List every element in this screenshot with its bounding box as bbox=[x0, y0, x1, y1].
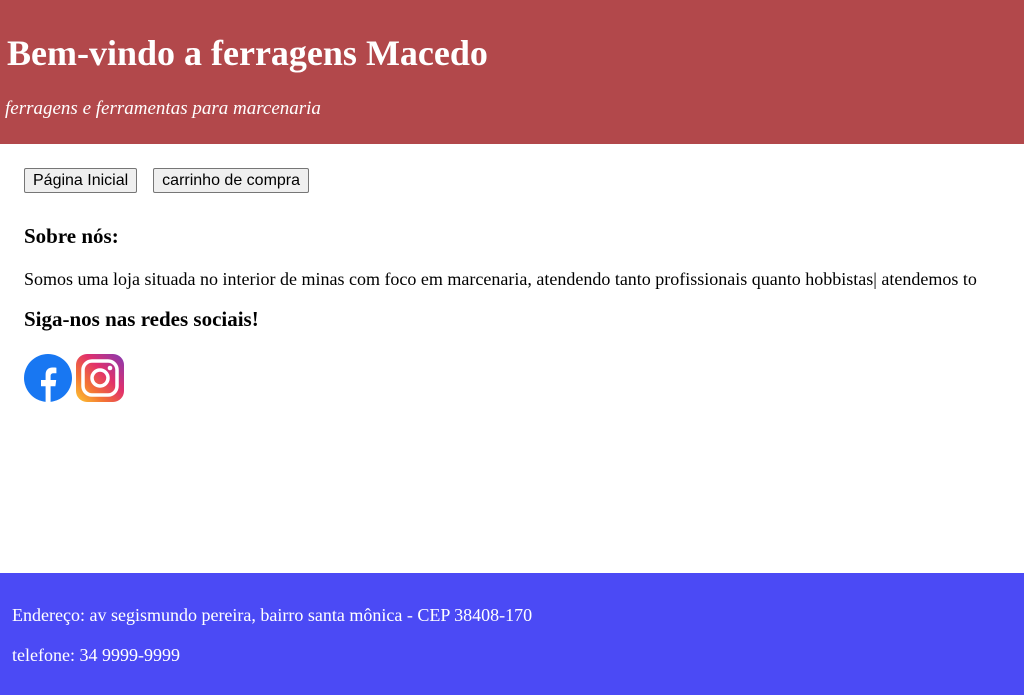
home-button[interactable]: Página Inicial bbox=[24, 168, 138, 193]
social-links bbox=[24, 354, 1024, 402]
page-header: Bem-vindo a ferragens Macedo ferragens e… bbox=[0, 0, 1024, 144]
social-heading: Siga-nos nas redes sociais! bbox=[24, 307, 259, 331]
page-footer: Endereço: av segismundo pereira, bairro … bbox=[0, 573, 1024, 695]
facebook-link[interactable] bbox=[24, 354, 72, 402]
footer-address: Endereço: av segismundo pereira, bairro … bbox=[12, 605, 533, 625]
footer-phone: telefone: 34 9999-9999 bbox=[12, 645, 180, 665]
about-text: Somos uma loja situada no interior de mi… bbox=[24, 269, 977, 289]
main-content: Sobre nós: Somos uma loja situada no int… bbox=[24, 222, 1024, 402]
instagram-link[interactable] bbox=[76, 354, 124, 402]
about-heading: Sobre nós: bbox=[24, 224, 119, 248]
instagram-icon bbox=[76, 354, 124, 402]
page-title: Bem-vindo a ferragens Macedo bbox=[7, 33, 488, 73]
facebook-icon bbox=[24, 354, 72, 402]
nav-bar: Página Inicial carrinho de compra bbox=[24, 168, 310, 193]
cart-button[interactable]: carrinho de compra bbox=[153, 168, 310, 193]
page-subtitle: ferragens e ferramentas para marcenaria bbox=[5, 98, 321, 119]
